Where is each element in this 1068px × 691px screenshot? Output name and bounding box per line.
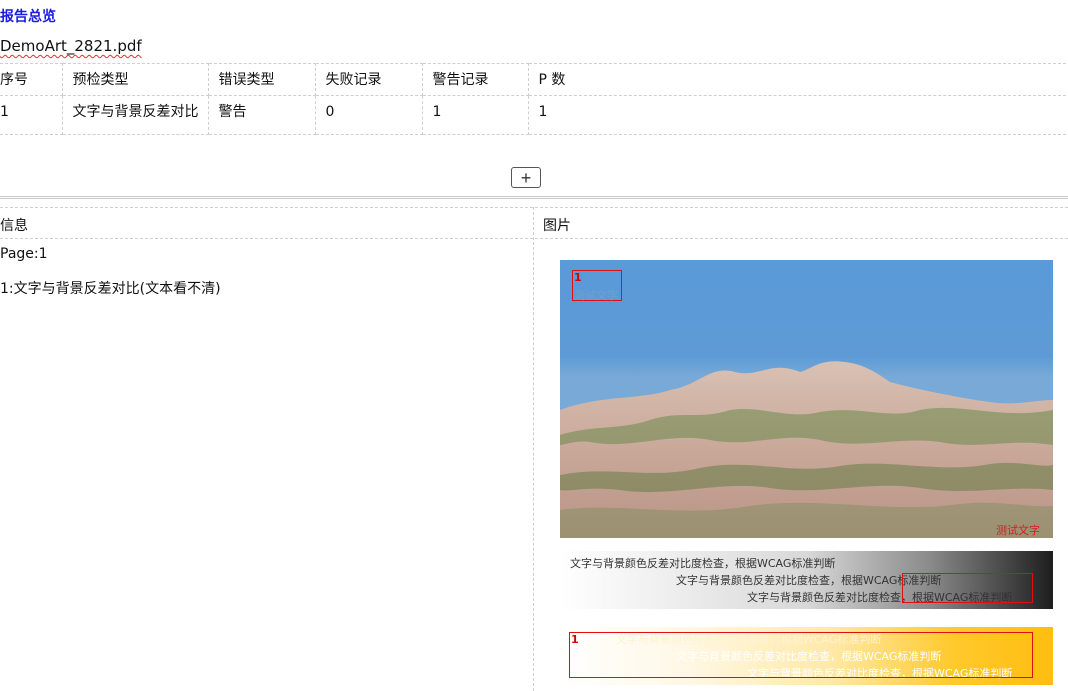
marker-number: 1	[574, 271, 582, 284]
col-header-error-type: 错误类型	[207, 63, 316, 96]
col-header-warn-count: 警告记录	[421, 63, 529, 96]
cell-page-count: 1	[527, 95, 1066, 135]
cell-error-type: 警告	[207, 95, 316, 135]
report-title: 报告总览	[0, 9, 56, 25]
image-column-header: 图片	[543, 218, 571, 234]
cell-check-type: 文字与背景反差对比	[61, 95, 209, 135]
add-button[interactable]: +	[511, 167, 541, 188]
mountain-illustration	[560, 361, 1053, 538]
page-label: Page:1	[0, 246, 48, 262]
cell-warn-count: 1	[421, 95, 529, 135]
cell-index: 1	[0, 95, 63, 135]
col-header-check-type: 预检类型	[61, 63, 209, 96]
summary-table: 序号 预检类型 错误类型 失败记录 警告记录 P 数 1 文字与背景反差对比 警…	[0, 63, 1066, 135]
contrast-marker-box	[569, 632, 1033, 678]
section-divider	[0, 196, 1068, 199]
col-header-index: 序号	[0, 63, 63, 96]
detail-header: 信息 图片	[0, 207, 1068, 239]
info-column-header: 信息	[0, 218, 28, 234]
col-header-page-count: P 数	[527, 63, 1066, 96]
summary-header-row: 序号 预检类型 错误类型 失败记录 警告记录 P 数	[0, 63, 1066, 96]
cell-fail-count: 0	[314, 95, 423, 135]
file-name: DemoArt_2821.pdf	[0, 37, 142, 55]
contrast-marker-box	[902, 573, 1033, 603]
preview-photo: 1 测试文字 测试文字	[560, 260, 1053, 538]
marker-number: 1	[571, 633, 579, 646]
issue-description: 1:文字与背景反差对比(文本看不清)	[0, 281, 221, 297]
column-divider	[533, 207, 534, 691]
low-contrast-sample-text: 测试文字	[574, 289, 618, 302]
gradient-sample-line-1: 文字与背景颜色反差对比度检查，根据WCAG标准判断	[570, 557, 836, 570]
yellow-gradient-sample: 文字与背景颜色反差对比度检查，根据WCAG标准判断 文字与背景颜色反差对比度检查…	[560, 627, 1053, 685]
corner-sample-text: 测试文字	[996, 524, 1040, 537]
gray-gradient-sample: 文字与背景颜色反差对比度检查，根据WCAG标准判断 文字与背景颜色反差对比度检查…	[560, 551, 1053, 609]
col-header-fail-count: 失败记录	[314, 63, 423, 96]
table-row[interactable]: 1 文字与背景反差对比 警告 0 1 1	[0, 95, 1066, 135]
